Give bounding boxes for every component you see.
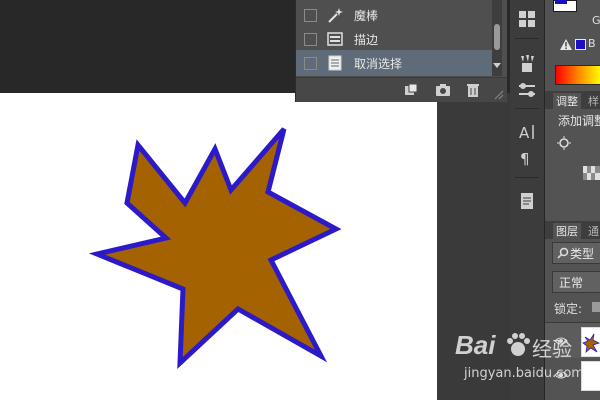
lock-label: 锁定: <box>554 302 583 316</box>
gradient-map-icon[interactable] <box>583 166 600 180</box>
lock-transparency-icon[interactable] <box>592 302 600 312</box>
document-canvas[interactable] <box>0 93 437 400</box>
tab-adjustments[interactable]: 调整 <box>553 93 581 109</box>
g-channel-label: G <box>592 14 600 27</box>
brush-presets-icon[interactable] <box>517 54 537 74</box>
stroke-icon <box>327 32 343 46</box>
starburst-shape <box>88 127 342 369</box>
history-scroll-thumb[interactable] <box>494 24 500 50</box>
history-item-label: 描边 <box>354 33 379 47</box>
history-item-magic-wand[interactable]: 魔棒 <box>296 2 492 28</box>
history-item-label: 取消选择 <box>354 57 403 71</box>
paragraph-panel-icon[interactable]: ¶ <box>517 148 537 168</box>
tab-channels[interactable]: 通 <box>585 223 600 239</box>
divider <box>515 177 539 178</box>
resize-grip-icon[interactable] <box>494 90 504 100</box>
history-snapshot-checkbox[interactable] <box>304 9 317 22</box>
history-item-label: 魔棒 <box>354 9 379 23</box>
scroll-down-arrow-icon[interactable] <box>493 63 501 69</box>
tab-layers[interactable]: 图层 <box>553 223 581 239</box>
document-icon <box>328 55 342 71</box>
history-item-stroke[interactable]: 描边 <box>296 26 492 52</box>
watermark-url: jingyan.baidu.com <box>464 366 584 381</box>
camera-snapshot-icon[interactable] <box>435 82 451 98</box>
divider <box>515 108 539 109</box>
magic-wand-icon <box>328 8 343 23</box>
svg-text:¶: ¶ <box>520 150 530 168</box>
add-adjustment-label: 添加调整 <box>558 114 600 128</box>
history-panel: 魔棒 描边 取消选择 <box>295 0 507 102</box>
watermark-brand-tail: 经验 <box>532 337 572 361</box>
foreground-color-swatch[interactable] <box>555 0 567 4</box>
layers-tab-bar: 图层 通 <box>545 221 600 239</box>
watermark-brand: Bai <box>455 330 496 360</box>
filter-kind-label: 类型 <box>570 247 595 261</box>
blend-mode-select[interactable]: 正常 <box>552 271 600 293</box>
brush-settings-icon[interactable] <box>517 80 537 100</box>
divider <box>515 38 539 39</box>
trash-icon[interactable] <box>465 82 481 98</box>
character-panel-icon[interactable]: A <box>517 122 537 142</box>
b-channel-label: B <box>588 37 596 50</box>
color-ramp[interactable] <box>555 65 600 85</box>
search-icon <box>557 247 569 259</box>
web-safe-color-swatch[interactable] <box>575 39 586 50</box>
history-snapshot-checkbox[interactable] <box>304 57 317 70</box>
brightness-icon[interactable] <box>557 136 571 150</box>
new-document-from-state-icon[interactable] <box>403 82 419 98</box>
history-snapshot-checkbox[interactable] <box>304 33 317 46</box>
svg-text:A: A <box>519 124 530 142</box>
baidu-jingyan-watermark: Bai 经验 jingyan.baidu.com <box>455 330 585 390</box>
blend-mode-value: 正常 <box>559 276 584 290</box>
notes-panel-icon[interactable] <box>517 191 537 211</box>
swatches-grid-icon[interactable] <box>517 9 537 29</box>
paw-logo-icon <box>507 333 530 356</box>
tab-styles[interactable]: 样 <box>585 93 600 109</box>
history-footer <box>296 77 507 102</box>
layer-filter-kind-select[interactable]: 类型 <box>552 242 600 264</box>
adjustments-tab-bar: 调整 样 <box>545 91 600 109</box>
history-item-deselect[interactable]: 取消选择 <box>296 50 492 76</box>
warning-icon <box>560 39 572 50</box>
